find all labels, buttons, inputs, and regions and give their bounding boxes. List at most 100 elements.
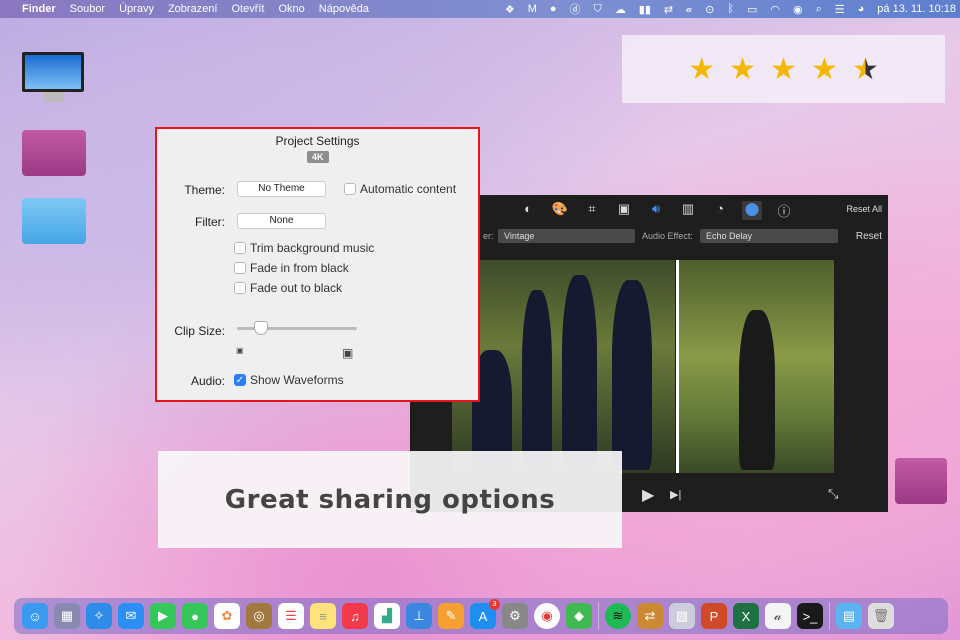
malwarebytes-icon[interactable]: M	[528, 3, 537, 15]
migration-icon[interactable]: ⇄	[637, 603, 663, 629]
theme-button[interactable]: No Theme	[237, 181, 326, 197]
signature-app-icon[interactable]: 𝒶	[765, 603, 791, 629]
speed-icon[interactable]: ◔	[710, 201, 730, 220]
theme-label: Theme:	[184, 183, 225, 197]
half-star-icon: ★	[851, 52, 879, 86]
dropbox-icon[interactable]: ❖	[505, 3, 515, 16]
show-waveforms-checkbox[interactable]: ✓ Show Waveforms	[234, 373, 344, 387]
downloads-folder-icon[interactable]: ▤	[836, 603, 862, 629]
cloud-icon[interactable]: ☁	[615, 3, 626, 16]
grid-icon[interactable]: ▮▮	[639, 3, 651, 16]
next-icon[interactable]: ▶|	[670, 488, 681, 501]
app-store-badge: 3	[489, 599, 500, 610]
desktop-imac-icon[interactable]	[22, 52, 86, 104]
user-icon[interactable]: ◉	[793, 3, 803, 16]
menu-finder[interactable]: Finder	[22, 3, 56, 15]
fullscreen-icon[interactable]: ⤡	[828, 486, 838, 502]
resolution-badge: 4K	[307, 151, 329, 163]
fade-out-label: Fade out to black	[250, 281, 343, 295]
menu-upravy[interactable]: Úpravy	[119, 3, 154, 15]
clip-filter-field[interactable]: Vintage	[498, 229, 635, 243]
menu-otevrit[interactable]: Otevřít	[231, 3, 264, 15]
shield-icon[interactable]: ⛉	[594, 3, 602, 16]
d-icon[interactable]: ⓓ	[570, 1, 581, 17]
excel-icon[interactable]: X	[733, 603, 759, 629]
equalizer-icon[interactable]: ▥	[678, 201, 698, 220]
color-palette-icon[interactable]: 🎨	[550, 201, 570, 220]
reset-button[interactable]: Reset	[856, 231, 882, 242]
reminders-icon[interactable]: ☰	[278, 603, 304, 629]
audio-label: Audio:	[190, 374, 225, 388]
powerpoint-icon[interactable]: P	[701, 603, 727, 629]
control-center-icon[interactable]: ☰	[835, 3, 845, 16]
notes-icon[interactable]: ≡	[310, 603, 336, 629]
system-preferences-icon[interactable]: ⚙	[502, 603, 528, 629]
menu-zobrazeni[interactable]: Zobrazení	[168, 3, 218, 15]
search-icon[interactable]: ⌕	[816, 3, 822, 16]
signature-icon[interactable]: 𝒶	[686, 3, 692, 16]
menu-soubor[interactable]: Soubor	[70, 3, 105, 15]
play-button[interactable]: ▶	[642, 485, 654, 505]
show-waveforms-label: Show Waveforms	[250, 373, 344, 387]
messages-icon[interactable]: ●	[182, 603, 208, 629]
avatar-icon[interactable]: ◕	[858, 3, 865, 15]
clip-size-label: Clip Size:	[174, 324, 225, 338]
fade-in-label: Fade in from black	[250, 261, 349, 275]
reset-all-button[interactable]: Reset All	[846, 204, 882, 214]
desktop-pink-folder-icon-2[interactable]	[895, 458, 947, 504]
color-balance-icon[interactable]: ◐	[518, 201, 538, 220]
volume-icon[interactable]: 🔊︎	[646, 201, 666, 220]
photos-icon[interactable]: ✿	[214, 603, 240, 629]
desktop-pink-folder-icon[interactable]	[22, 130, 86, 176]
large-clip-icon: ▣	[342, 346, 354, 360]
info-icon[interactable]: ⓘ	[774, 201, 794, 220]
feature-banner: Great sharing options	[158, 451, 622, 548]
mail-icon[interactable]: ✉	[118, 603, 144, 629]
clip-size-slider-thumb[interactable]	[254, 321, 268, 335]
safari-icon[interactable]: ✧	[86, 603, 112, 629]
numbers-icon[interactable]: ▟	[374, 603, 400, 629]
audio-effect-field[interactable]: Echo Delay	[700, 229, 838, 243]
sync-icon[interactable]: ⇄	[664, 3, 673, 16]
music-icon[interactable]: ♫	[342, 603, 368, 629]
stabilization-icon[interactable]: ▣	[614, 201, 634, 220]
trim-music-checkbox[interactable]: Trim background music	[234, 241, 374, 255]
desktop-blue-folder-icon[interactable]	[22, 198, 86, 244]
wifi-icon[interactable]: ◠	[770, 3, 780, 16]
trash-icon[interactable]: 🗑︎	[868, 603, 894, 629]
menu-napoveda[interactable]: Nápověda	[319, 3, 369, 15]
crop-icon[interactable]: ⌗	[582, 201, 602, 220]
app-store-icon[interactable]: A3	[470, 599, 500, 629]
trim-music-label: Trim background music	[250, 241, 375, 255]
dock: ☺ ▦ ✧ ✉ ▶ ● ✿ ◎ ☰ ≡ ♫ ▟ ⊥ ✎ A3 ⚙ ◉ ◆ ≋ ⇄…	[14, 598, 948, 634]
video-frame-preview	[679, 260, 834, 473]
star-icon: ★	[770, 52, 797, 86]
terminal-icon[interactable]: >_	[797, 603, 823, 629]
audio-effect-label: Audio Effect:	[642, 231, 693, 241]
record-icon[interactable]: ●	[550, 3, 557, 15]
launchpad-icon[interactable]: ▦	[54, 603, 80, 629]
spotify-icon[interactable]: ≋	[605, 603, 631, 629]
pages-icon[interactable]: ✎	[438, 603, 464, 629]
clip-filter-icon[interactable]: ⬤	[742, 201, 762, 220]
target-icon[interactable]: ⊙	[705, 3, 714, 16]
finder-icon[interactable]: ☺	[22, 603, 48, 629]
small-clip-icon: ▣	[236, 346, 244, 355]
automatic-content-checkbox[interactable]: Automatic content	[344, 182, 456, 196]
filter-button[interactable]: None	[237, 213, 326, 229]
battery-icon[interactable]: ▭	[747, 3, 757, 16]
facetime-icon[interactable]: ▶	[150, 603, 176, 629]
star-icon: ★	[729, 52, 757, 86]
clock[interactable]: pá 13. 11. 10:18	[877, 3, 956, 15]
contacts-icon[interactable]: ◎	[246, 603, 272, 629]
fade-out-checkbox[interactable]: Fade out to black	[234, 281, 342, 295]
bluetooth-icon[interactable]: ᛒ	[727, 3, 734, 15]
fade-in-checkbox[interactable]: Fade in from black	[234, 261, 349, 275]
keynote-icon[interactable]: ⊥	[406, 603, 432, 629]
menu-okno[interactable]: Okno	[279, 3, 305, 15]
preview-icon[interactable]: ▨	[669, 603, 695, 629]
feedly-icon[interactable]: ◆	[566, 603, 592, 629]
filter-label: Filter:	[195, 215, 225, 229]
chrome-icon[interactable]: ◉	[534, 603, 560, 629]
automatic-content-label: Automatic content	[360, 182, 457, 196]
